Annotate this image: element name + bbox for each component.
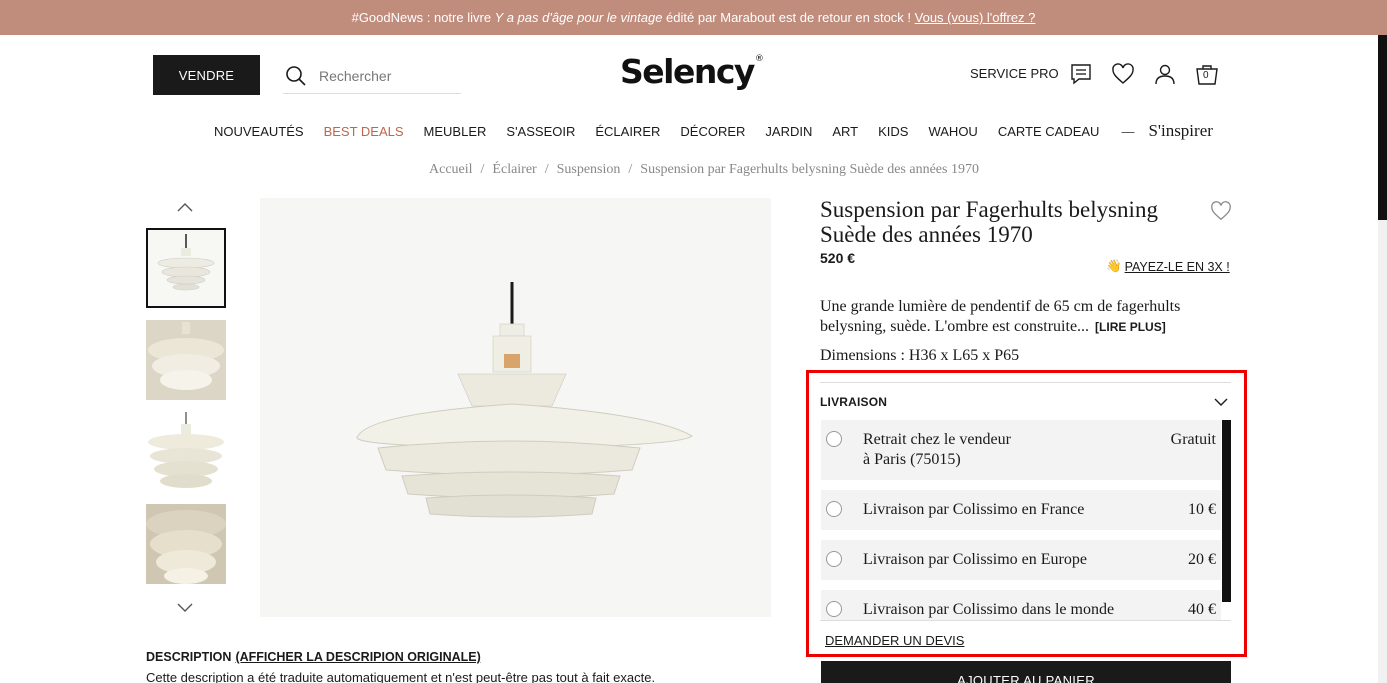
- heart-icon[interactable]: [1111, 62, 1135, 86]
- thumbnail-down-icon[interactable]: [176, 598, 194, 616]
- banner-offer-link[interactable]: Vous (vous) l'offrez ?: [915, 10, 1036, 25]
- product-dimensions: Dimensions : H36 x L65 x P65: [820, 347, 1020, 364]
- service-pro-link[interactable]: SERVICE PRO: [970, 66, 1059, 81]
- breadcrumb-accueil[interactable]: Accueil: [429, 162, 473, 178]
- thumbnail-4[interactable]: [146, 504, 226, 584]
- nav-carte-cadeau[interactable]: CARTE CADEAU: [998, 124, 1100, 139]
- product-title: Suspension par Fagerhults belysning Suèd…: [820, 197, 1158, 247]
- main-nav: NOUVEAUTÉS BEST DEALS MEUBLER S'ASSEOIR …: [214, 121, 1213, 141]
- nav-jardin[interactable]: JARDIN: [765, 124, 812, 139]
- logo-mark: ®: [754, 54, 764, 64]
- add-to-cart-button[interactable]: AJOUTER AU PANIER: [821, 661, 1231, 683]
- pay-in-3x-label: PAYEZ-LE EN 3X !: [1124, 259, 1230, 274]
- thumbnail-up-icon[interactable]: [176, 199, 194, 217]
- chat-icon[interactable]: [1069, 62, 1093, 86]
- selency-logo[interactable]: Selency®: [620, 52, 764, 91]
- waving-hand-icon: 👋: [1106, 259, 1122, 273]
- lamp-thumbnail-image: [146, 412, 226, 492]
- breadcrumb-separator: /: [480, 162, 485, 177]
- pay-in-3x-link[interactable]: 👋 PAYEZ-LE EN 3X !: [1106, 259, 1230, 274]
- breadcrumb-separator: /: [544, 162, 549, 177]
- thumbnail-1[interactable]: [146, 228, 226, 308]
- original-description-link[interactable]: (AFFICHER LA DESCRIPION ORIGINALE): [235, 650, 480, 664]
- search-icon[interactable]: [285, 65, 307, 87]
- nav-meubler[interactable]: MEUBLER: [424, 124, 487, 139]
- thumbnail-2[interactable]: [146, 320, 226, 400]
- nav-art[interactable]: ART: [832, 124, 858, 139]
- pendant-lamp-image: [260, 198, 771, 617]
- description-title: DESCRIPTION: [146, 650, 232, 664]
- nav-eclairer[interactable]: ÉCLAIRER: [595, 124, 660, 139]
- search-bar[interactable]: [283, 58, 461, 94]
- nav-dash: —: [1121, 123, 1135, 139]
- page-scrollbar-thumb[interactable]: [1378, 35, 1387, 220]
- read-more-link[interactable]: [LIRE PLUS]: [1095, 320, 1166, 334]
- banner-suffix: édité par Marabout est de retour en stoc…: [662, 10, 915, 25]
- nav-nouveautes[interactable]: NOUVEAUTÉS: [214, 124, 304, 139]
- logo-text: Selency: [620, 52, 755, 91]
- nav-sinspirer[interactable]: S'inspirer: [1148, 121, 1212, 141]
- cart-count: 0: [1203, 70, 1209, 81]
- livraison-highlight-box: [806, 370, 1247, 657]
- banner-prefix: #GoodNews : notre livre: [351, 10, 495, 25]
- favorite-heart-icon[interactable]: [1210, 200, 1232, 222]
- main-product-image[interactable]: [260, 198, 771, 617]
- nav-best-deals[interactable]: BEST DEALS: [324, 124, 404, 139]
- breadcrumb-suspension[interactable]: Suspension: [557, 162, 621, 178]
- breadcrumb-current: Suspension par Fagerhults belysning Suèd…: [640, 162, 979, 177]
- basket-button[interactable]: 0: [1195, 62, 1219, 86]
- breadcrumb-eclairer[interactable]: Éclairer: [492, 162, 536, 178]
- product-price: 520 €: [820, 250, 856, 266]
- nav-kids[interactable]: KIDS: [878, 124, 908, 139]
- translation-note: Cette description a été traduite automat…: [146, 670, 656, 683]
- product-description: Une grande lumière de pendentif de 65 cm…: [820, 297, 1220, 337]
- promo-banner: #GoodNews : notre livre Y a pas d'âge po…: [0, 0, 1387, 35]
- lamp-thumbnail-image: [148, 230, 224, 306]
- breadcrumb-separator: /: [628, 162, 633, 177]
- banner-book-title: Y a pas d'âge pour le vintage: [494, 10, 663, 25]
- user-icon[interactable]: [1153, 62, 1177, 86]
- nav-sasseoir[interactable]: S'ASSEOIR: [506, 124, 575, 139]
- thumbnail-3[interactable]: [146, 412, 226, 492]
- lamp-thumbnail-image: [146, 320, 226, 400]
- search-input[interactable]: [319, 67, 459, 84]
- nav-wahou[interactable]: WAHOU: [928, 124, 977, 139]
- lamp-thumbnail-image: [146, 504, 226, 584]
- description-heading: DESCRIPTION (AFFICHER LA DESCRIPION ORIGI…: [146, 650, 481, 664]
- nav-decorer[interactable]: DÉCORER: [680, 124, 745, 139]
- breadcrumb: Accueil / Éclairer / Suspension / Suspen…: [429, 162, 979, 178]
- sell-button[interactable]: VENDRE: [153, 55, 260, 95]
